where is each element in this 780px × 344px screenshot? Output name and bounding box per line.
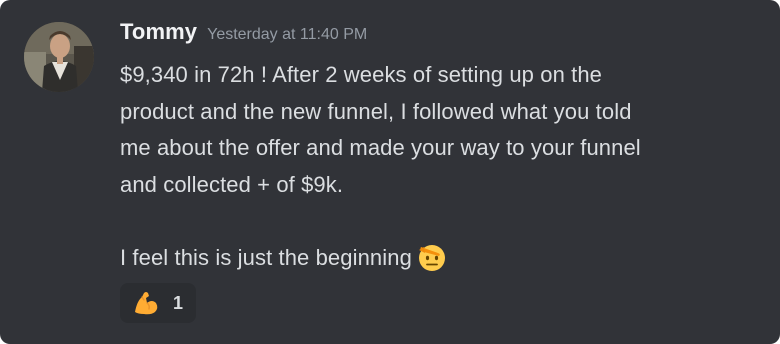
reaction-count: 1 — [173, 292, 184, 313]
message-closing-text: I feel this is just the beginning — [120, 245, 412, 270]
author-name[interactable]: Tommy — [120, 19, 197, 45]
saluting-face-icon[interactable] — [416, 241, 448, 285]
user-avatar[interactable] — [24, 22, 94, 92]
chat-message: Tommy Yesterday at 11:40 PM $9,340 in 72… — [0, 0, 780, 344]
message-line: product and the new funnel, I followed w… — [120, 98, 632, 124]
message-line: $9,340 in 72h ! After 2 weeks of setting… — [120, 62, 602, 87]
flexed-biceps-icon — [131, 288, 161, 318]
message-line: me about the offer and made your way to … — [120, 135, 641, 160]
message-line: and collected + of $9k. — [120, 171, 344, 197]
reaction-button[interactable]: 1 — [120, 283, 196, 323]
message-content: $9,340 in 72h ! After 2 weeks of setting… — [120, 57, 760, 285]
message-closing-line: I feel this is just the beginning — [120, 240, 760, 285]
message-header: Tommy Yesterday at 11:40 PM — [120, 19, 367, 53]
avatar-photo — [24, 22, 94, 92]
message-timestamp[interactable]: Yesterday at 11:40 PM — [207, 26, 367, 44]
